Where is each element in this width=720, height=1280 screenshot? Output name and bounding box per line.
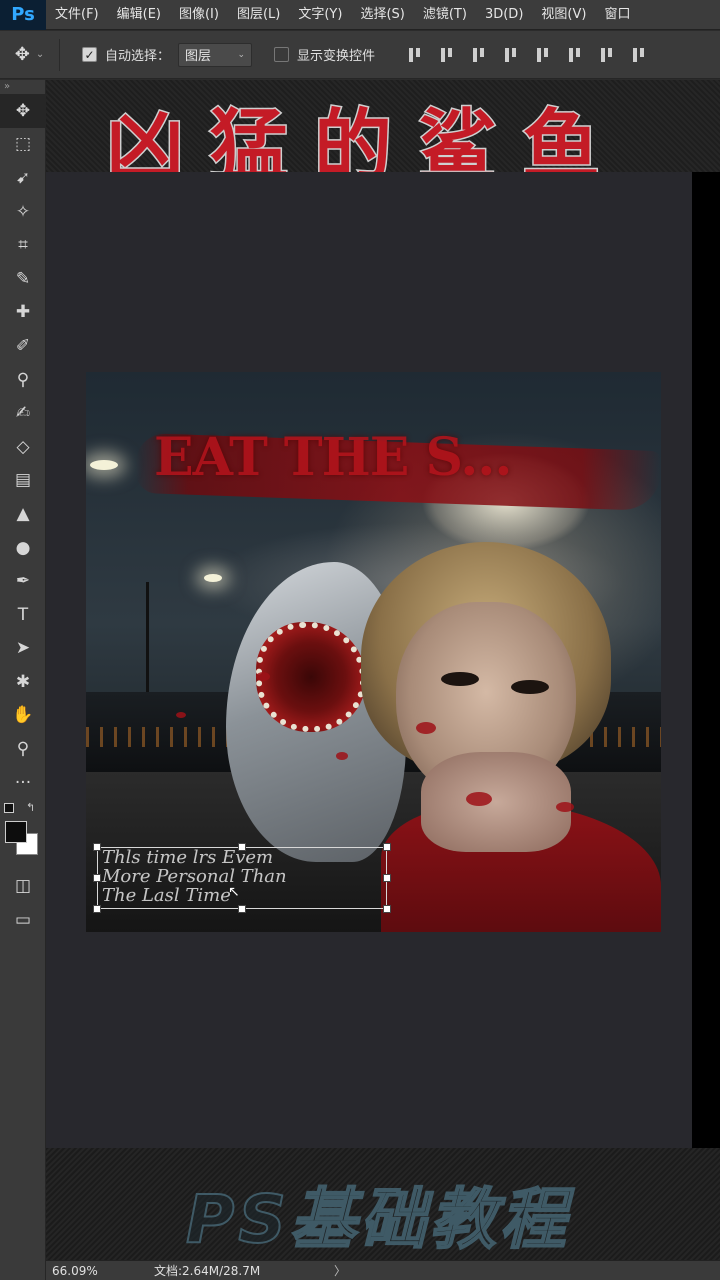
- auto-select-label: 自动选择：: [105, 49, 171, 64]
- shape-tool-icon[interactable]: ✱: [0, 665, 46, 699]
- crop-tool-icon[interactable]: ⌗: [0, 228, 46, 262]
- move-icon: ✥: [14, 44, 30, 65]
- hand-tool-icon[interactable]: ✋: [0, 699, 46, 733]
- chevron-down-icon: ⌄: [237, 49, 246, 60]
- gradient-tool-icon[interactable]: ▤: [0, 464, 46, 498]
- align-vertical-centers-icon[interactable]: [439, 47, 455, 63]
- brush-tool-icon[interactable]: ✐: [0, 329, 46, 363]
- watermark-banner: PS基础教程: [46, 1148, 720, 1260]
- text-layer-line: The Lasl Time: [102, 886, 231, 905]
- default-colors-icon[interactable]: [4, 803, 14, 814]
- selected-text-layer[interactable]: Thls time lrs Evem More Personal Than Th…: [93, 843, 391, 913]
- history-brush-icon[interactable]: ✍: [0, 396, 46, 430]
- healing-brush-icon[interactable]: ✚: [0, 296, 46, 330]
- blood-splatter: [176, 712, 186, 718]
- menu-3d[interactable]: 3D(D): [476, 0, 532, 30]
- menu-bar: Ps 文件(F) 编辑(E) 图像(I) 图层(L) 文字(Y) 选择(S) 滤…: [0, 0, 720, 30]
- distribute-vertical-icon[interactable]: [631, 47, 647, 63]
- align-left-edges-icon[interactable]: [503, 47, 519, 63]
- hands: [421, 752, 571, 852]
- swap-colors-icon[interactable]: ↰: [26, 801, 35, 814]
- dodge-tool-icon[interactable]: ●: [0, 531, 46, 565]
- blood-splatter: [556, 802, 574, 812]
- zoom-tool-icon[interactable]: ⚲: [0, 732, 46, 766]
- menu-view[interactable]: 视图(V): [532, 0, 595, 30]
- transform-handle-top[interactable]: [238, 843, 246, 851]
- path-selection-icon[interactable]: ➤: [0, 632, 46, 666]
- watermark-title: PS基础教程: [185, 1180, 570, 1259]
- tool-preset-picker[interactable]: ✥ ⌄: [0, 38, 60, 71]
- menu-window[interactable]: 窗口: [595, 0, 639, 30]
- eyedropper-icon[interactable]: ✎: [0, 262, 46, 296]
- zoom-level[interactable]: 66.09%: [46, 1264, 110, 1278]
- menu-image[interactable]: 图像(I): [170, 0, 228, 30]
- tools-panel: » ✥ ⬚ ➹ ✧ ⌗ ✎ ✚ ✐ ⚲ ✍ ◇ ▤ ▲ ● ✒ T ➤ ✱ ✋ ⚲ ··· ↰ ◫ ▭: [0, 80, 46, 1280]
- woman-figure: [361, 542, 661, 932]
- panel-dock-edge: [692, 172, 720, 1148]
- tool-list-bottom: ◫ ▭: [0, 869, 45, 936]
- collapse-panel-icon[interactable]: »: [0, 80, 45, 94]
- photoshop-logo[interactable]: Ps: [0, 0, 46, 30]
- align-bottom-edges-icon[interactable]: [471, 47, 487, 63]
- foreground-color-swatch[interactable]: [5, 821, 27, 844]
- street-lamp-light: [90, 460, 118, 470]
- pen-tool-icon[interactable]: ✒: [0, 564, 46, 598]
- blur-tool-icon[interactable]: ▲: [0, 497, 46, 531]
- align-top-edges-icon[interactable]: [407, 47, 423, 63]
- quick-mask-icon[interactable]: ◫: [0, 869, 46, 903]
- menu-file[interactable]: 文件(F): [46, 0, 108, 30]
- show-transform-checkbox[interactable]: [274, 47, 290, 62]
- stamp-tool-icon[interactable]: ⚲: [0, 363, 46, 397]
- dropdown-value: 图层: [185, 49, 212, 64]
- menu-edit[interactable]: 编辑(E): [108, 0, 170, 30]
- blood-splatter: [336, 752, 348, 760]
- show-transform-label: 显示变换控件: [297, 49, 376, 64]
- poster-headline: EAT THE S...: [154, 427, 513, 488]
- mouse-cursor-icon: ↖: [228, 884, 240, 900]
- transform-handle-bottom-right[interactable]: [383, 905, 391, 913]
- chevron-down-icon: ⌄: [35, 49, 45, 60]
- marquee-tool-icon[interactable]: ⬚: [0, 128, 46, 162]
- transform-handle-right[interactable]: [383, 874, 391, 882]
- type-tool-icon[interactable]: T: [0, 598, 46, 632]
- video-title-banner: 凶猛的鲨鱼: [46, 80, 720, 172]
- auto-select-checkbox[interactable]: ✓: [82, 47, 97, 62]
- auto-select-target-dropdown[interactable]: 图层 ⌄: [178, 42, 253, 67]
- more-tools-icon[interactable]: ···: [0, 766, 46, 800]
- menu-filter[interactable]: 滤镜(T): [414, 0, 476, 30]
- distribute-top-icon[interactable]: [599, 47, 615, 63]
- align-buttons: [407, 47, 647, 63]
- eraser-icon[interactable]: ◇: [0, 430, 46, 464]
- blood-splatter: [256, 672, 270, 681]
- transform-handle-top-left[interactable]: [93, 843, 101, 851]
- align-horizontal-centers-icon[interactable]: [535, 47, 551, 63]
- shark-mouth: [256, 622, 366, 732]
- banner-title: 凶猛的鲨鱼: [104, 101, 627, 173]
- status-bar: 66.09% 文档:2.64M/28.7M 〉: [46, 1260, 720, 1280]
- status-menu-arrow-icon[interactable]: 〉: [334, 1262, 346, 1279]
- eye: [511, 680, 549, 694]
- transform-handle-top-right[interactable]: [383, 843, 391, 851]
- transform-handle-bottom[interactable]: [238, 905, 246, 913]
- blood-splatter: [416, 722, 436, 734]
- blood-splatter: [466, 792, 492, 806]
- eye: [441, 672, 479, 686]
- document-size: 文档:2.64M/28.7M: [154, 1264, 261, 1278]
- menu-select[interactable]: 选择(S): [351, 0, 413, 30]
- align-right-edges-icon[interactable]: [567, 47, 583, 63]
- magic-wand-icon[interactable]: ✧: [0, 195, 46, 229]
- color-swatches: ↰: [0, 799, 46, 869]
- menu-layer[interactable]: 图层(L): [228, 0, 289, 30]
- transform-handle-bottom-left[interactable]: [93, 905, 101, 913]
- options-bar: ✥ ⌄ ✓ 自动选择： 图层 ⌄ 显示变换控件: [0, 31, 720, 79]
- tool-list: ✥ ⬚ ➹ ✧ ⌗ ✎ ✚ ✐ ⚲ ✍ ◇ ▤ ▲ ● ✒ T ➤ ✱ ✋ ⚲ ···: [0, 94, 46, 800]
- text-layer-line: More Personal Than: [102, 867, 287, 886]
- screen-mode-icon[interactable]: ▭: [0, 903, 46, 937]
- menu-type[interactable]: 文字(Y): [289, 0, 351, 30]
- move-tool-icon[interactable]: ✥: [0, 94, 46, 128]
- transform-handle-left[interactable]: [93, 874, 101, 882]
- lasso-tool-icon[interactable]: ➹: [0, 161, 46, 195]
